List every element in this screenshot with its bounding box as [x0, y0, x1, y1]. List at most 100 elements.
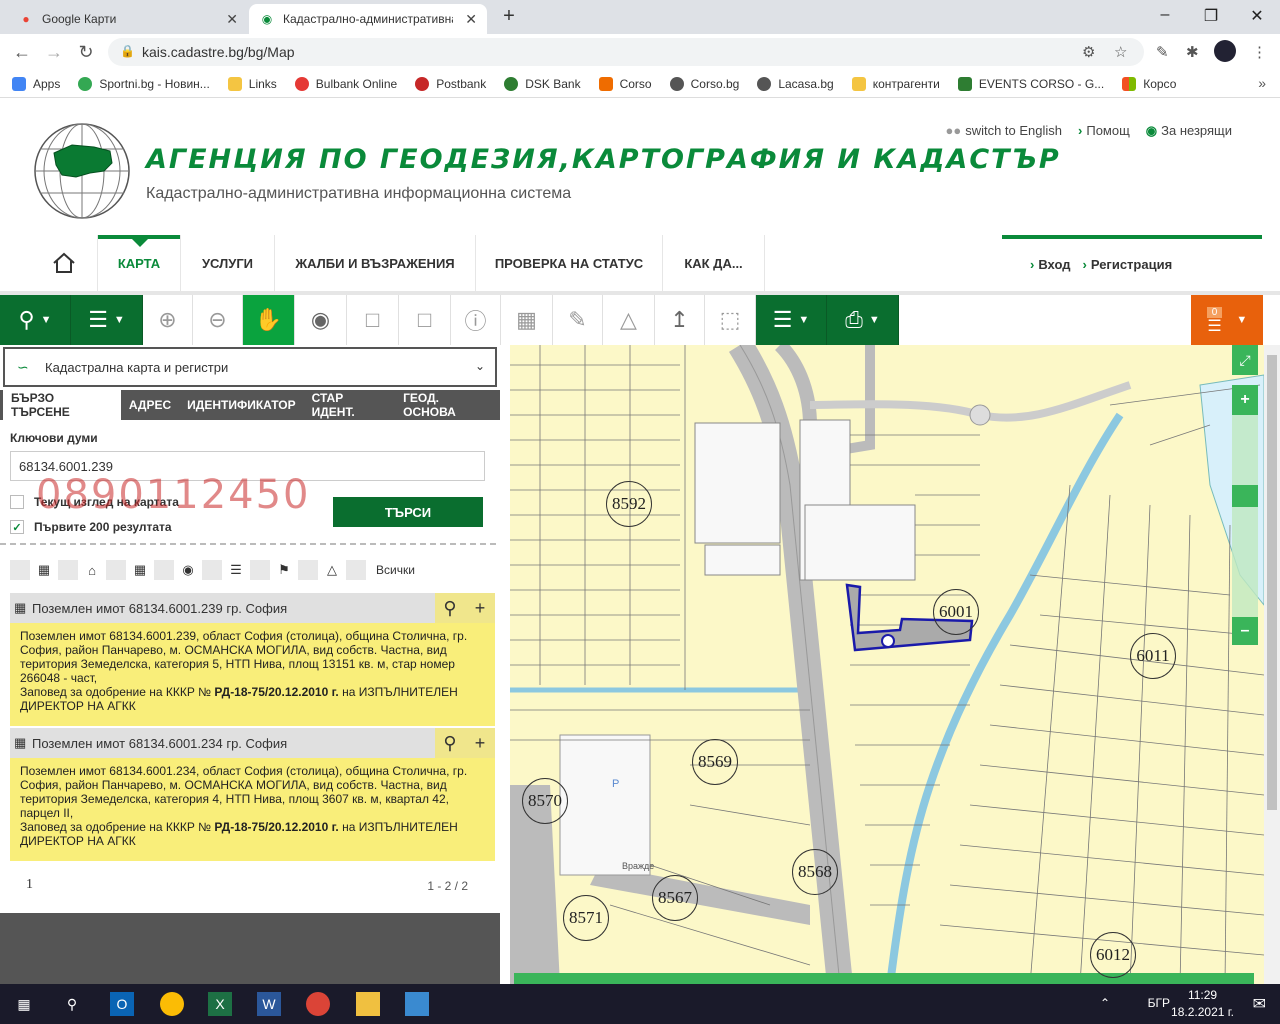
login-link[interactable]: › Вход: [1030, 257, 1071, 272]
puzzle-icon[interactable]: ✱: [1186, 43, 1199, 61]
notification-icon[interactable]: ✉: [1253, 994, 1266, 1014]
home-button[interactable]: [30, 235, 98, 291]
layers-tool-button[interactable]: ☰ ▼: [71, 295, 143, 345]
language-indicator[interactable]: БГР: [1148, 996, 1170, 1010]
minimize-icon[interactable]: –: [1150, 6, 1180, 24]
filter-blank[interactable]: [346, 560, 366, 580]
clock[interactable]: 11:29 18.2.2021 г.: [1171, 987, 1234, 1021]
close-window-icon[interactable]: ✕: [1242, 6, 1272, 26]
maximize-icon[interactable]: ❐: [1196, 6, 1226, 26]
menu-kebab-icon[interactable]: ⋮: [1252, 43, 1267, 61]
menu-kak-da[interactable]: КАК ДА...: [663, 235, 765, 291]
flag-filter-icon[interactable]: ⚑: [274, 560, 294, 580]
tab-google-maps[interactable]: ● Google Карти ✕: [8, 4, 248, 34]
polygon-button[interactable]: △: [603, 295, 655, 345]
chrome-icon[interactable]: [160, 992, 184, 1016]
chevron-up-icon[interactable]: ⌃: [1100, 996, 1110, 1010]
tab-old-identifier[interactable]: СТАР ИДЕНТ.: [304, 390, 396, 420]
add-to-cart-icon[interactable]: +: [465, 728, 495, 758]
zoom-slider-handle[interactable]: [1232, 485, 1258, 507]
map-zoom-in-icon[interactable]: +: [1232, 385, 1258, 415]
word-icon[interactable]: W: [257, 992, 281, 1016]
translate-icon[interactable]: ⚙: [1082, 43, 1095, 61]
windows-start-icon[interactable]: ▦: [12, 992, 36, 1016]
bookmark-sportni[interactable]: Sportni.bg - Новин...: [78, 76, 210, 91]
menu-jalbi[interactable]: ЖАЛБИ И ВЪЗРАЖЕНИЯ: [275, 235, 476, 291]
filter-blank[interactable]: [298, 560, 318, 580]
excel-icon[interactable]: X: [208, 992, 232, 1016]
zoom-in-button[interactable]: ⊕: [143, 295, 193, 345]
switch-english-link[interactable]: ●● switch to English: [945, 123, 1062, 139]
cart-button[interactable]: 0 ☰ ▼: [1191, 295, 1263, 345]
layers-filter-icon[interactable]: ☰: [226, 560, 246, 580]
tab-address[interactable]: АДРЕС: [121, 390, 179, 420]
zoom-to-result-icon[interactable]: ⚲: [435, 728, 465, 758]
page-number[interactable]: 1: [26, 877, 33, 893]
polygon-filter-icon[interactable]: △: [322, 560, 342, 580]
current-view-checkbox[interactable]: [10, 495, 24, 509]
blind-link[interactable]: ◉ За незрящи: [1146, 123, 1232, 139]
pan-button[interactable]: ✋: [243, 295, 295, 345]
file-explorer-icon[interactable]: [356, 992, 380, 1016]
bookmark-events[interactable]: EVENTS CORSO - G...: [957, 76, 1104, 91]
fullscreen-icon[interactable]: ⤢: [1232, 345, 1258, 375]
tab-quick-search[interactable]: БЪРЗО ТЪРСЕНЕ: [3, 390, 121, 420]
zoom-out-button[interactable]: ⊖: [193, 295, 243, 345]
search-button[interactable]: ТЪРСИ: [333, 497, 483, 527]
bookmark-links[interactable]: Links: [227, 76, 277, 91]
parcel-filter-icon[interactable]: ▦: [34, 560, 54, 580]
info-button[interactable]: ⓘ: [451, 295, 501, 345]
bookmark-postbank[interactable]: Postbank: [415, 76, 486, 91]
add-to-cart-icon[interactable]: +: [465, 593, 495, 623]
bookmark-corso-bg[interactable]: Corso.bg: [669, 76, 739, 91]
bookmark-apps[interactable]: Apps: [12, 76, 60, 91]
bookmark-corso[interactable]: Corso: [598, 76, 652, 91]
photos-icon[interactable]: [405, 992, 429, 1016]
print-button[interactable]: ⎙ ▼: [827, 295, 899, 345]
filter-blank[interactable]: [250, 560, 270, 580]
extension-icon[interactable]: ✎: [1156, 43, 1169, 61]
more-bookmarks-icon[interactable]: »: [1258, 75, 1266, 91]
outlook-icon[interactable]: O: [110, 992, 134, 1016]
first200-checkbox-row[interactable]: ✓ Първите 200 резултата: [10, 520, 172, 534]
reload-icon[interactable]: ↻: [74, 42, 98, 63]
zoom-to-result-icon[interactable]: ⚲: [435, 593, 465, 623]
bookmark-lacasa[interactable]: Lacasa.bg: [757, 76, 834, 91]
bookmark-korso[interactable]: Корсо: [1122, 76, 1176, 91]
building-filter-icon[interactable]: ⌂: [82, 560, 102, 580]
bookmark-star-icon[interactable]: ☆: [1114, 43, 1127, 61]
coordinates-button[interactable]: ▦: [501, 295, 553, 345]
filter-all-label[interactable]: Всички: [376, 563, 415, 577]
upload-button[interactable]: ↥: [655, 295, 705, 345]
apartment-filter-icon[interactable]: ▦: [130, 560, 150, 580]
forward-icon[interactable]: →: [42, 42, 66, 63]
remove-area-button[interactable]: □: [399, 295, 451, 345]
first200-checkbox[interactable]: ✓: [10, 520, 24, 534]
address-bar[interactable]: 🔒 kais.cadastre.bg/bg/Map: [108, 38, 1144, 66]
tab-identifier[interactable]: ИДЕНТИФИКАТОР: [179, 390, 303, 420]
back-icon[interactable]: ←: [10, 42, 34, 63]
add-area-button[interactable]: □: [347, 295, 399, 345]
close-tab-icon[interactable]: ✕: [226, 11, 238, 28]
close-tab-icon[interactable]: ✕: [465, 11, 477, 28]
layer-info-button[interactable]: ☰ ▼: [756, 295, 827, 345]
bookmark-kontragenti[interactable]: контрагенти: [851, 76, 940, 91]
bookmark-dsk[interactable]: DSK Bank: [504, 76, 581, 91]
help-link[interactable]: › Помощ: [1078, 123, 1130, 139]
search-icon[interactable]: ⚲: [60, 992, 84, 1016]
filter-blank[interactable]: [154, 560, 174, 580]
register-link[interactable]: › Регистрация: [1083, 257, 1173, 272]
menu-proverka[interactable]: ПРОВЕРКА НА СТАТУС: [476, 235, 663, 291]
profile-avatar[interactable]: [1214, 40, 1236, 62]
map-zoom-out-icon[interactable]: –: [1232, 617, 1258, 645]
tab-cadastre[interactable]: ◉ Кадастрално-административна ✕: [249, 4, 487, 34]
bookmark-bulbank[interactable]: Bulbank Online: [294, 76, 397, 91]
menu-karta[interactable]: КАРТА: [98, 235, 181, 291]
tab-geodetic-base[interactable]: ГЕОД. ОСНОВА: [395, 390, 500, 420]
cadastral-map[interactable]: ⤢ + – 8592 6001 6011 8569 8570 8568 8567…: [510, 345, 1264, 985]
layer-dropdown[interactable]: ∽ Кадастрална карта и регистри ⌄: [3, 347, 497, 387]
result-header[interactable]: ▦ Поземлен имот 68134.6001.239 гр. София…: [10, 593, 495, 623]
location-pin-icon[interactable]: ◉: [178, 560, 198, 580]
filter-blank[interactable]: [58, 560, 78, 580]
filter-blank[interactable]: [106, 560, 126, 580]
